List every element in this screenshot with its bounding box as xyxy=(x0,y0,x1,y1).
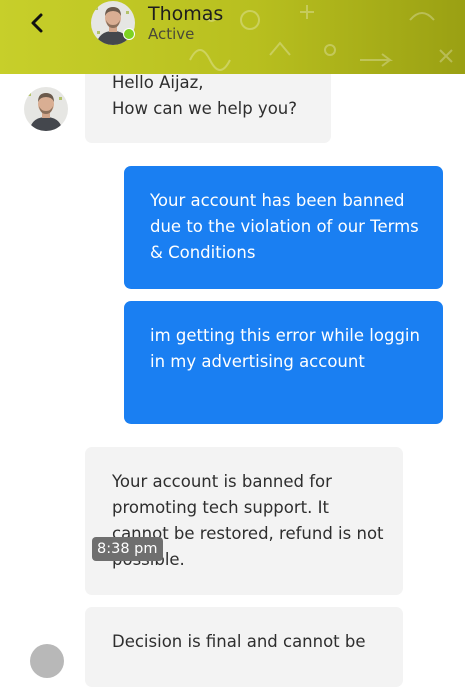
chevron-left-icon xyxy=(31,13,43,33)
online-status-dot xyxy=(123,28,135,40)
back-button[interactable] xyxy=(24,8,52,38)
message-bubble-outgoing[interactable]: Your account has been banned due to the … xyxy=(124,166,443,289)
chat-header: Thomas Active xyxy=(0,0,465,74)
message-bubble-incoming[interactable]: Your account is banned for promoting tec… xyxy=(85,447,403,595)
message-bubble-incoming[interactable]: Decision is final and cannot be xyxy=(85,607,403,687)
contact-status: Active xyxy=(148,25,195,43)
header-doodle-pattern xyxy=(189,5,453,71)
message-timestamp: 8:38 pm xyxy=(92,537,163,561)
contact-name: Thomas xyxy=(148,3,224,25)
message-bubble-outgoing[interactable]: im getting this error while loggin in my… xyxy=(124,301,443,424)
sender-avatar xyxy=(30,644,64,678)
sender-avatar xyxy=(24,87,68,131)
